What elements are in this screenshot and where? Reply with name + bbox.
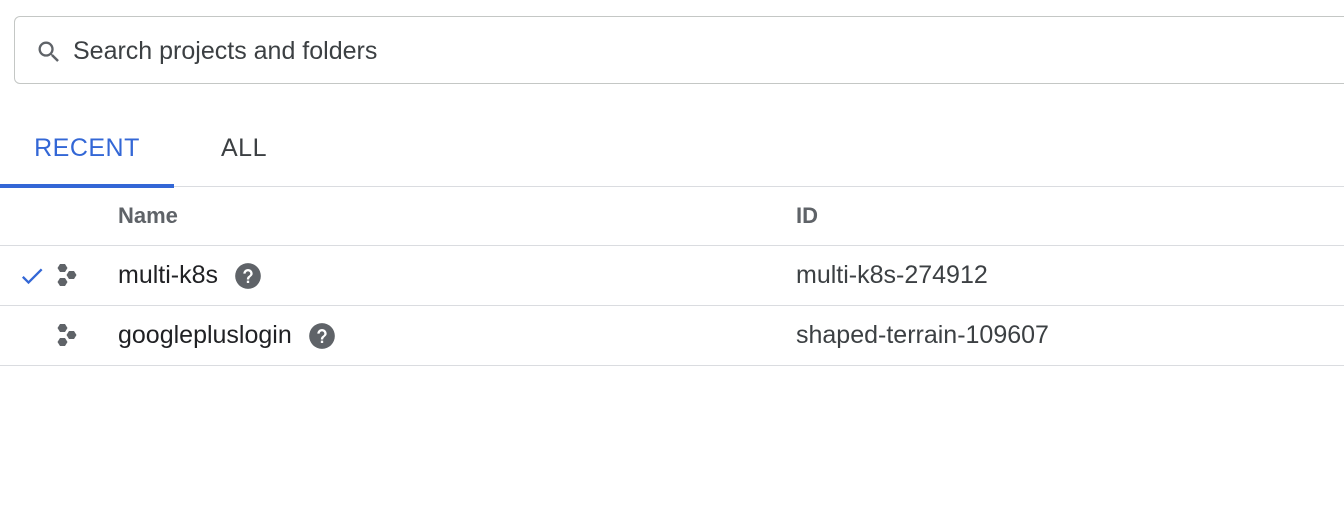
help-icon[interactable] <box>234 262 262 290</box>
search-icon <box>38 41 59 62</box>
table-row[interactable]: multi-k8s multi-k8s-274912 <box>0 246 1344 306</box>
column-header-id[interactable]: ID <box>796 203 818 229</box>
check-icon <box>21 268 43 285</box>
help-icon[interactable] <box>308 322 336 350</box>
project-hexagons-icon <box>57 324 77 346</box>
project-name[interactable]: multi-k8s <box>118 261 218 290</box>
table-header-row: Name ID <box>0 187 1344 246</box>
project-picker: RECENT ALL Name ID multi-k8s <box>0 0 1344 526</box>
project-id: multi-k8s-274912 <box>796 261 988 289</box>
tab-recent-label: RECENT <box>34 133 140 162</box>
tab-bar: RECENT ALL <box>0 110 1344 188</box>
tab-all[interactable]: ALL <box>174 110 314 186</box>
tab-recent[interactable]: RECENT <box>0 110 174 186</box>
project-name-cell[interactable]: googlepluslogin <box>118 321 336 350</box>
table-row[interactable]: googlepluslogin shaped-terrain-109607 <box>0 306 1344 366</box>
project-id: shaped-terrain-109607 <box>796 321 1049 349</box>
projects-table: Name ID multi-k8s multi-k8s-274912 googl… <box>0 187 1344 366</box>
tab-all-label: ALL <box>221 133 267 162</box>
search-input[interactable] <box>73 31 1273 71</box>
project-name[interactable]: googlepluslogin <box>118 321 292 350</box>
search-box[interactable] <box>14 16 1344 84</box>
project-hexagons-icon <box>57 264 77 286</box>
project-name-cell[interactable]: multi-k8s <box>118 261 262 290</box>
column-header-name[interactable]: Name <box>118 203 178 229</box>
